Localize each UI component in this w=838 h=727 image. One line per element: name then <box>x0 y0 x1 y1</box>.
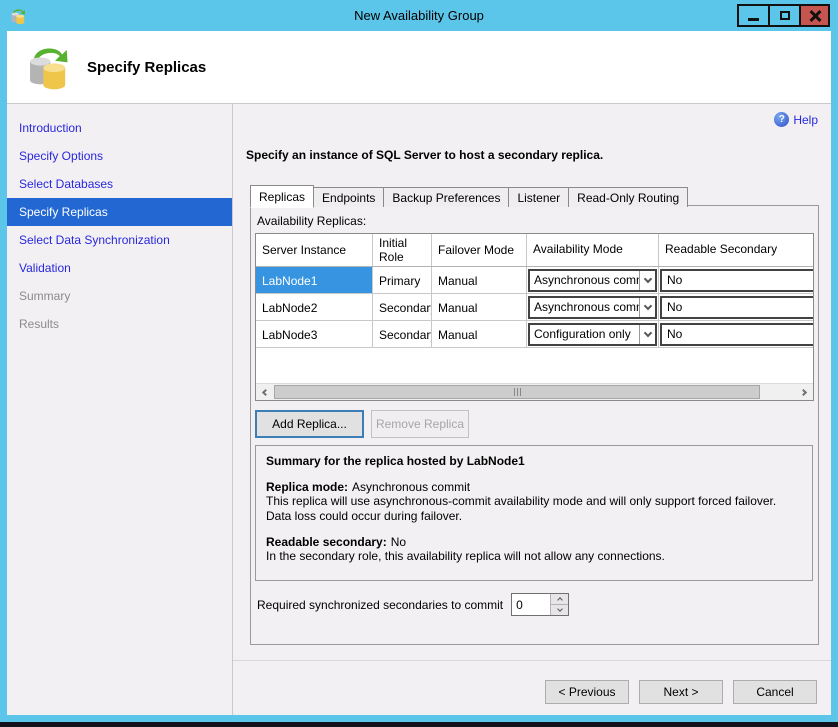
help-icon <box>774 112 789 127</box>
readable-secondary-value: No <box>391 535 406 549</box>
chevron-down-icon[interactable] <box>639 271 655 290</box>
minimize-button[interactable] <box>737 4 768 27</box>
col-header-server-instance: Server Instance <box>256 234 373 266</box>
col-header-readable-secondary: Readable Secondary <box>659 234 813 266</box>
cell-failover-mode[interactable]: Manual <box>432 267 527 293</box>
next-button[interactable]: Next > <box>639 680 723 704</box>
sidebar-item-summary: Summary <box>7 282 232 310</box>
cell-server-instance[interactable]: LabNode1 <box>256 267 373 293</box>
readable-secondary-dropdown[interactable]: No <box>660 296 813 319</box>
cell-initial-role[interactable]: Secondary <box>373 321 432 347</box>
scrollbar-thumb[interactable] <box>274 385 760 399</box>
tab-endpoints[interactable]: Endpoints <box>313 187 384 207</box>
close-icon <box>809 10 821 22</box>
sidebar-item-validation[interactable]: Validation <box>7 254 232 282</box>
col-header-availability-mode: Availability Mode <box>527 234 659 266</box>
sidebar-item-select-databases[interactable]: Select Databases <box>7 170 232 198</box>
replica-mode-description: This replica will use asynchronous-commi… <box>266 494 802 523</box>
dropdown-value: Asynchronous commit <box>530 298 639 317</box>
previous-button[interactable]: < Previous <box>545 680 629 704</box>
add-replica-button[interactable]: Add Replica... <box>255 410 364 438</box>
maximize-button[interactable] <box>768 4 799 27</box>
close-button[interactable] <box>799 4 830 27</box>
cell-initial-role[interactable]: Secondary <box>373 294 432 320</box>
help-link[interactable]: Help <box>774 112 818 127</box>
replica-mode-label: Replica mode: <box>266 480 348 494</box>
cancel-button[interactable]: Cancel <box>733 680 817 704</box>
dropdown-value: Asynchronous commit <box>530 271 639 290</box>
scroll-right-arrow[interactable] <box>796 384 813 400</box>
readable-secondary-dropdown[interactable]: No <box>660 323 813 346</box>
grid-header-row: Server Instance Initial Role Failover Mo… <box>256 234 813 267</box>
chevron-down-icon[interactable] <box>639 298 655 317</box>
minimize-icon <box>748 18 759 21</box>
replicas-database-sync-icon <box>23 41 73 93</box>
replicas-tab-panel: Availability Replicas: Server Instance I… <box>250 205 819 645</box>
availability-replicas-grid: Server Instance Initial Role Failover Mo… <box>255 233 814 401</box>
horizontal-scrollbar[interactable] <box>256 383 813 400</box>
cell-failover-mode[interactable]: Manual <box>432 321 527 347</box>
tab-backup-preferences[interactable]: Backup Preferences <box>383 187 509 207</box>
sidebar-item-select-data-synchronization[interactable]: Select Data Synchronization <box>7 226 232 254</box>
sidebar-item-specify-replicas[interactable]: Specify Replicas <box>7 198 232 226</box>
col-header-initial-role: Initial Role <box>373 234 432 266</box>
availability-mode-dropdown[interactable]: Asynchronous commit <box>528 296 657 319</box>
chevron-down-icon[interactable] <box>639 325 655 344</box>
required-secondaries-label: Required synchronized secondaries to com… <box>257 598 503 612</box>
grid-empty-area <box>256 348 813 383</box>
required-secondaries-spinner <box>511 593 569 616</box>
availability-group-icon <box>9 7 27 25</box>
wizard-steps-sidebar: Introduction Specify Options Select Data… <box>7 104 233 715</box>
required-secondaries-input[interactable] <box>512 594 550 615</box>
sidebar-item-specify-options[interactable]: Specify Options <box>7 142 232 170</box>
availability-replicas-label: Availability Replicas: <box>257 214 814 228</box>
tab-strip: Replicas Endpoints Backup Preferences Li… <box>250 185 687 207</box>
page-title: Specify Replicas <box>87 59 206 76</box>
availability-mode-dropdown[interactable]: Asynchronous commit <box>528 269 657 292</box>
replica-summary-panel: Summary for the replica hosted by LabNod… <box>255 445 813 581</box>
tab-replicas[interactable]: Replicas <box>250 185 314 208</box>
help-label: Help <box>793 113 818 127</box>
window-title: New Availability Group <box>0 8 838 23</box>
grid-row-labnode1[interactable]: LabNode1 Primary Manual Asynchronous com… <box>256 267 813 294</box>
scroll-left-arrow[interactable] <box>256 384 273 400</box>
spinner-down-button[interactable] <box>551 604 568 615</box>
replica-mode-value: Asynchronous commit <box>352 480 470 494</box>
sidebar-item-results: Results <box>7 310 232 338</box>
maximize-icon <box>780 11 790 20</box>
titlebar[interactable]: New Availability Group <box>0 0 838 31</box>
tab-read-only-routing[interactable]: Read-Only Routing <box>568 187 688 207</box>
grid-row-labnode2[interactable]: LabNode2 Secondary Manual Asynchronous c… <box>256 294 813 321</box>
readable-secondary-description: In the secondary role, this availability… <box>266 549 802 564</box>
wizard-header: Specify Replicas <box>7 31 831 104</box>
cell-initial-role[interactable]: Primary <box>373 267 432 293</box>
readable-secondary-dropdown[interactable]: No <box>660 269 813 292</box>
sidebar-item-introduction[interactable]: Introduction <box>7 114 232 142</box>
cell-server-instance[interactable]: LabNode3 <box>256 321 373 347</box>
col-header-failover-mode: Failover Mode <box>432 234 527 266</box>
cell-failover-mode[interactable]: Manual <box>432 294 527 320</box>
wizard-page-content: Help Specify an instance of SQL Server t… <box>233 104 831 660</box>
instruction-text: Specify an instance of SQL Server to hos… <box>246 148 603 162</box>
cell-server-instance[interactable]: LabNode2 <box>256 294 373 320</box>
availability-mode-dropdown[interactable]: Configuration only <box>528 323 657 346</box>
remove-replica-button: Remove Replica <box>371 410 469 438</box>
dialog-window: New Availability Group Specify Replicas … <box>0 0 838 722</box>
spinner-up-button[interactable] <box>551 594 568 604</box>
summary-title: Summary for the replica hosted by LabNod… <box>266 454 802 468</box>
tab-listener[interactable]: Listener <box>508 187 569 207</box>
grid-row-labnode3[interactable]: LabNode3 Secondary Manual Configuration … <box>256 321 813 348</box>
dropdown-value: Configuration only <box>530 325 639 344</box>
wizard-footer: < Previous Next > Cancel <box>233 660 831 715</box>
readable-secondary-label: Readable secondary: <box>266 535 387 549</box>
